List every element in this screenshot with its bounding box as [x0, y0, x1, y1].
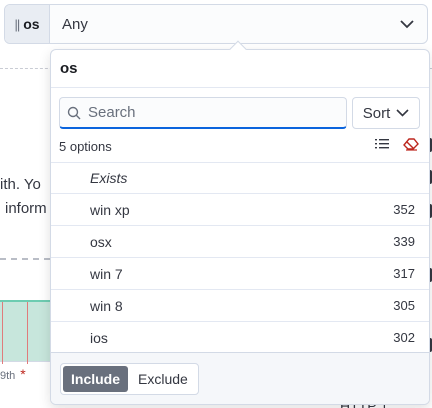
background-divider [0, 258, 50, 260]
option-label: Exists [90, 170, 128, 186]
include-button[interactable]: Include [63, 365, 129, 392]
exclude-button[interactable]: Exclude [130, 366, 196, 392]
option-item[interactable]: win xp 352 [51, 194, 429, 226]
search-row: Sort [59, 97, 421, 129]
chevron-down-icon[interactable] [387, 19, 427, 29]
search-input[interactable] [88, 104, 338, 121]
options-count: 5 options [59, 138, 112, 154]
option-count: 352 [393, 202, 415, 217]
chart-marker-line [2, 302, 3, 364]
include-exclude-toggle: Include Exclude [60, 362, 199, 395]
chart-axis-label: 9th * [0, 366, 26, 382]
options-meta-row: 5 options [59, 136, 421, 156]
popover-footer: Include Exclude [51, 352, 429, 404]
filter-field-label: os [23, 16, 40, 32]
option-count: 317 [393, 266, 415, 281]
options-list: Exists win xp 352 osx 339 win 7 317 win … [51, 162, 429, 354]
popover-title: os [51, 50, 429, 88]
search-field[interactable] [59, 97, 347, 129]
option-count: 305 [393, 298, 415, 313]
chevron-down-icon [396, 109, 409, 117]
background-chart [0, 300, 50, 364]
chart-marker-line [27, 302, 28, 364]
option-item[interactable]: osx 339 [51, 226, 429, 258]
drag-handle-icon[interactable]: || [14, 17, 20, 32]
option-label: ios [90, 329, 108, 346]
option-item[interactable]: ios 302 [51, 322, 429, 354]
list-view-icon[interactable] [375, 137, 389, 155]
chart-annotation-marker: * [20, 366, 26, 382]
filter-selected-value[interactable]: Any [50, 16, 387, 33]
background-text-line: ith. Yo [0, 176, 41, 193]
options-popover: os Sort 5 options Exists [50, 49, 430, 405]
option-label: win 7 [90, 265, 123, 282]
option-label: win 8 [90, 297, 123, 314]
sort-button[interactable]: Sort [352, 97, 420, 129]
background-text-line: inform [5, 200, 47, 217]
option-exists[interactable]: Exists [51, 162, 429, 194]
option-count: 339 [393, 234, 415, 249]
option-label: osx [90, 233, 112, 250]
filter-field-prepend[interactable]: || os [5, 5, 50, 43]
chart-tick-label: 9th [0, 370, 16, 382]
sort-button-label: Sort [362, 104, 391, 122]
eraser-icon[interactable] [403, 137, 419, 156]
search-icon [60, 106, 88, 120]
option-item[interactable]: win 8 305 [51, 290, 429, 322]
options-list-filter[interactable]: || os Any [4, 4, 428, 44]
option-count: 302 [393, 330, 415, 345]
option-item[interactable]: win 7 317 [51, 258, 429, 290]
option-label: win xp [90, 201, 130, 218]
